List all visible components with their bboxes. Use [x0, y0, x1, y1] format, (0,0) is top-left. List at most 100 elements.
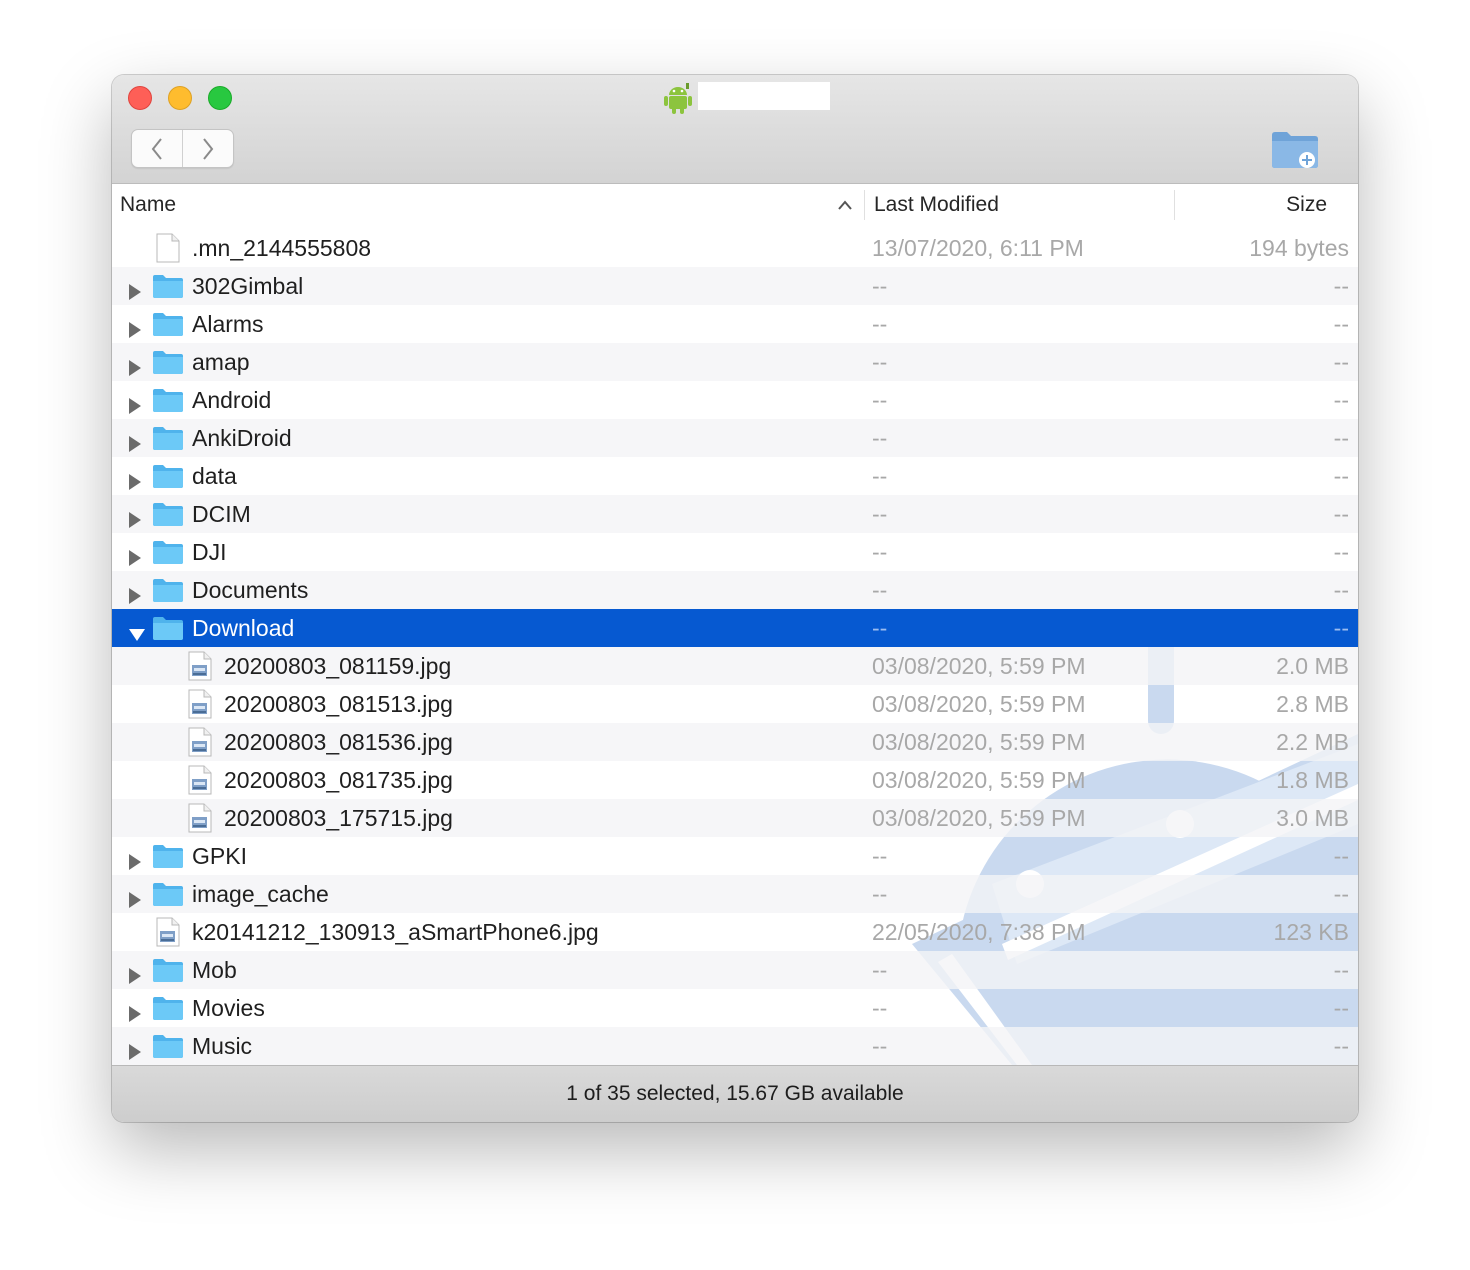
- disclosure-triangle-collapsed-icon[interactable]: [128, 279, 142, 306]
- row-modified: --: [872, 577, 888, 603]
- folder-icon: [152, 425, 184, 457]
- row-size: --: [1333, 539, 1349, 565]
- status-text: 1 of 35 selected, 15.67 GB available: [566, 1082, 904, 1105]
- sort-ascending-icon[interactable]: [836, 198, 854, 212]
- disclosure-triangle-collapsed-icon[interactable]: [128, 355, 142, 382]
- column-divider[interactable]: [1174, 190, 1175, 220]
- folder-row[interactable]: data -- --: [112, 457, 1358, 495]
- row-size: --: [1333, 501, 1349, 527]
- close-window-button[interactable]: [128, 86, 152, 110]
- row-size: 3.0 MB: [1276, 805, 1349, 831]
- file-row[interactable]: 20200803_175715.jpg 03/08/2020, 5:59 PM 3.…: [112, 799, 1358, 837]
- folder-row[interactable]: image_cache -- --: [112, 875, 1358, 913]
- zoom-window-button[interactable]: [208, 86, 232, 110]
- image-file-icon: [156, 917, 180, 953]
- column-name[interactable]: Name: [120, 184, 176, 226]
- back-button[interactable]: [132, 130, 183, 167]
- file-row[interactable]: 20200803_081536.jpg 03/08/2020, 5:59 PM 2.…: [112, 723, 1358, 761]
- folder-row[interactable]: Documents -- --: [112, 571, 1358, 609]
- minimize-window-button[interactable]: [168, 86, 192, 110]
- row-modified: --: [872, 425, 888, 451]
- forward-button[interactable]: [183, 130, 233, 167]
- image-file-icon: [188, 651, 212, 687]
- row-name: .mn_2144555808: [192, 235, 372, 261]
- row-size: --: [1333, 311, 1349, 337]
- row-name: Android: [192, 387, 272, 413]
- disclosure-triangle-collapsed-icon[interactable]: [128, 545, 142, 572]
- folder-row[interactable]: Mob -- --: [112, 951, 1358, 989]
- disclosure-triangle-collapsed-icon[interactable]: [128, 317, 142, 344]
- folder-icon: [152, 881, 184, 913]
- file-rows: .mn_2144555808 13/07/2020, 6:11 PM 194 byt…: [112, 229, 1358, 1065]
- image-file-icon: [188, 689, 212, 725]
- row-modified: --: [872, 501, 888, 527]
- disclosure-triangle-collapsed-icon[interactable]: [128, 963, 142, 990]
- row-size: --: [1333, 1033, 1349, 1059]
- folder-row[interactable]: 302Gimbal -- --: [112, 267, 1358, 305]
- column-last-modified[interactable]: Last Modified: [874, 184, 999, 226]
- row-modified: 03/08/2020, 5:59 PM: [872, 805, 1086, 831]
- row-name: Documents: [192, 577, 309, 603]
- row-modified: --: [872, 1033, 888, 1059]
- disclosure-triangle-collapsed-icon[interactable]: [128, 1001, 142, 1028]
- disclosure-triangle-collapsed-icon[interactable]: [128, 1039, 142, 1065]
- image-file-icon: [188, 803, 212, 839]
- disclosure-triangle-collapsed-icon[interactable]: [128, 393, 142, 420]
- folder-row[interactable]: DJI -- --: [112, 533, 1358, 571]
- file-browser-window: Name Last Modified Size .mn_2144555808 13…: [112, 75, 1358, 1122]
- row-name: 20200803_081159.jpg: [224, 653, 452, 679]
- row-name: Music: [192, 1033, 253, 1059]
- folder-icon: [152, 387, 184, 419]
- folder-row[interactable]: Download -- --: [112, 609, 1358, 647]
- folder-row[interactable]: DCIM -- --: [112, 495, 1358, 533]
- row-size: --: [1333, 957, 1349, 983]
- folder-row[interactable]: amap -- --: [112, 343, 1358, 381]
- row-size: --: [1333, 387, 1349, 413]
- android-app-icon: [664, 83, 692, 114]
- folder-row[interactable]: GPKI -- --: [112, 837, 1358, 875]
- folder-row[interactable]: Movies -- --: [112, 989, 1358, 1027]
- disclosure-triangle-collapsed-icon[interactable]: [128, 849, 142, 876]
- disclosure-triangle-expanded-icon[interactable]: [128, 621, 146, 648]
- folder-icon: [152, 349, 184, 381]
- row-name: GPKI: [192, 843, 247, 869]
- row-size: --: [1333, 273, 1349, 299]
- disclosure-triangle-collapsed-icon[interactable]: [128, 507, 142, 534]
- column-size[interactable]: Size: [1286, 184, 1327, 226]
- row-name: 302Gimbal: [192, 273, 304, 299]
- file-row[interactable]: .mn_2144555808 13/07/2020, 6:11 PM 194 byt…: [112, 229, 1358, 267]
- folder-icon: [152, 463, 184, 495]
- file-row[interactable]: 20200803_081735.jpg 03/08/2020, 5:59 PM 1.…: [112, 761, 1358, 799]
- image-file-icon: [188, 727, 212, 763]
- row-name: image_cache: [192, 881, 329, 907]
- folder-row[interactable]: AnkiDroid -- --: [112, 419, 1358, 457]
- row-size: 2.0 MB: [1276, 653, 1349, 679]
- row-name: 20200803_175715.jpg: [224, 805, 453, 831]
- disclosure-triangle-collapsed-icon[interactable]: [128, 887, 142, 914]
- file-row[interactable]: 20200803_081159.jpg 03/08/2020, 5:59 PM 2.…: [112, 647, 1358, 685]
- folder-row[interactable]: Alarms -- --: [112, 305, 1358, 343]
- folder-icon: [152, 615, 184, 647]
- folder-icon: [152, 273, 184, 305]
- disclosure-triangle-collapsed-icon[interactable]: [128, 431, 142, 458]
- row-modified: --: [872, 463, 888, 489]
- folder-row[interactable]: Music -- --: [112, 1027, 1358, 1065]
- row-size: --: [1333, 615, 1349, 641]
- column-header: Name Last Modified Size: [112, 184, 1358, 226]
- folder-icon: [152, 995, 184, 1027]
- row-modified: 03/08/2020, 5:59 PM: [872, 691, 1086, 717]
- row-name: amap: [192, 349, 250, 375]
- new-folder-icon[interactable]: [1270, 127, 1320, 171]
- folder-icon: [152, 957, 184, 989]
- disclosure-triangle-collapsed-icon[interactable]: [128, 469, 142, 496]
- row-modified: 03/08/2020, 5:59 PM: [872, 729, 1086, 755]
- disclosure-triangle-collapsed-icon[interactable]: [128, 583, 142, 610]
- folder-row[interactable]: Android -- --: [112, 381, 1358, 419]
- file-row[interactable]: 20200803_081513.jpg 03/08/2020, 5:59 PM 2.…: [112, 685, 1358, 723]
- row-modified: --: [872, 615, 888, 641]
- file-row[interactable]: k20141212_130913_aSmartPhone6.jpg 22/05/2…: [112, 913, 1358, 951]
- row-name: Movies: [192, 995, 265, 1021]
- row-name: AnkiDroid: [192, 425, 292, 451]
- file-list[interactable]: Name Last Modified Size .mn_2144555808 13…: [112, 184, 1358, 1065]
- column-divider[interactable]: [864, 190, 865, 220]
